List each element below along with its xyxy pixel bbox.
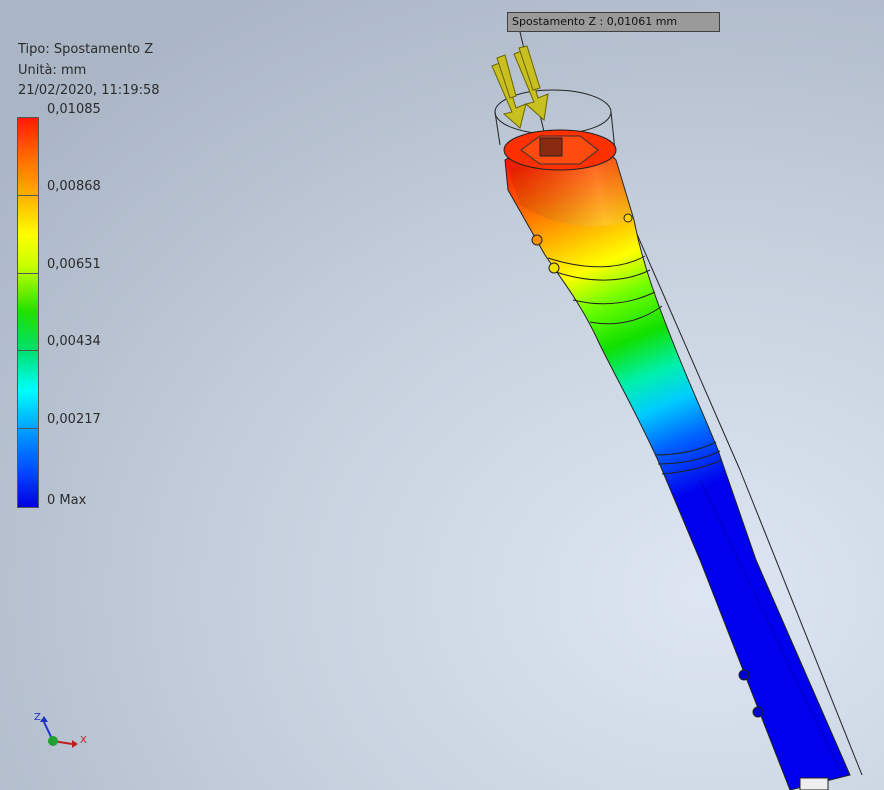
triad-x-label: X — [80, 735, 87, 746]
deformed-part — [503, 129, 851, 790]
triad-z-label: Z — [34, 712, 41, 723]
model-viewport[interactable]: Z X — [0, 0, 884, 790]
load-arrow-icon — [491, 45, 549, 129]
view-triad-icon: Z X — [34, 712, 87, 748]
probe-value-label[interactable]: Spostamento Z : 0,01061 mm — [507, 12, 720, 32]
